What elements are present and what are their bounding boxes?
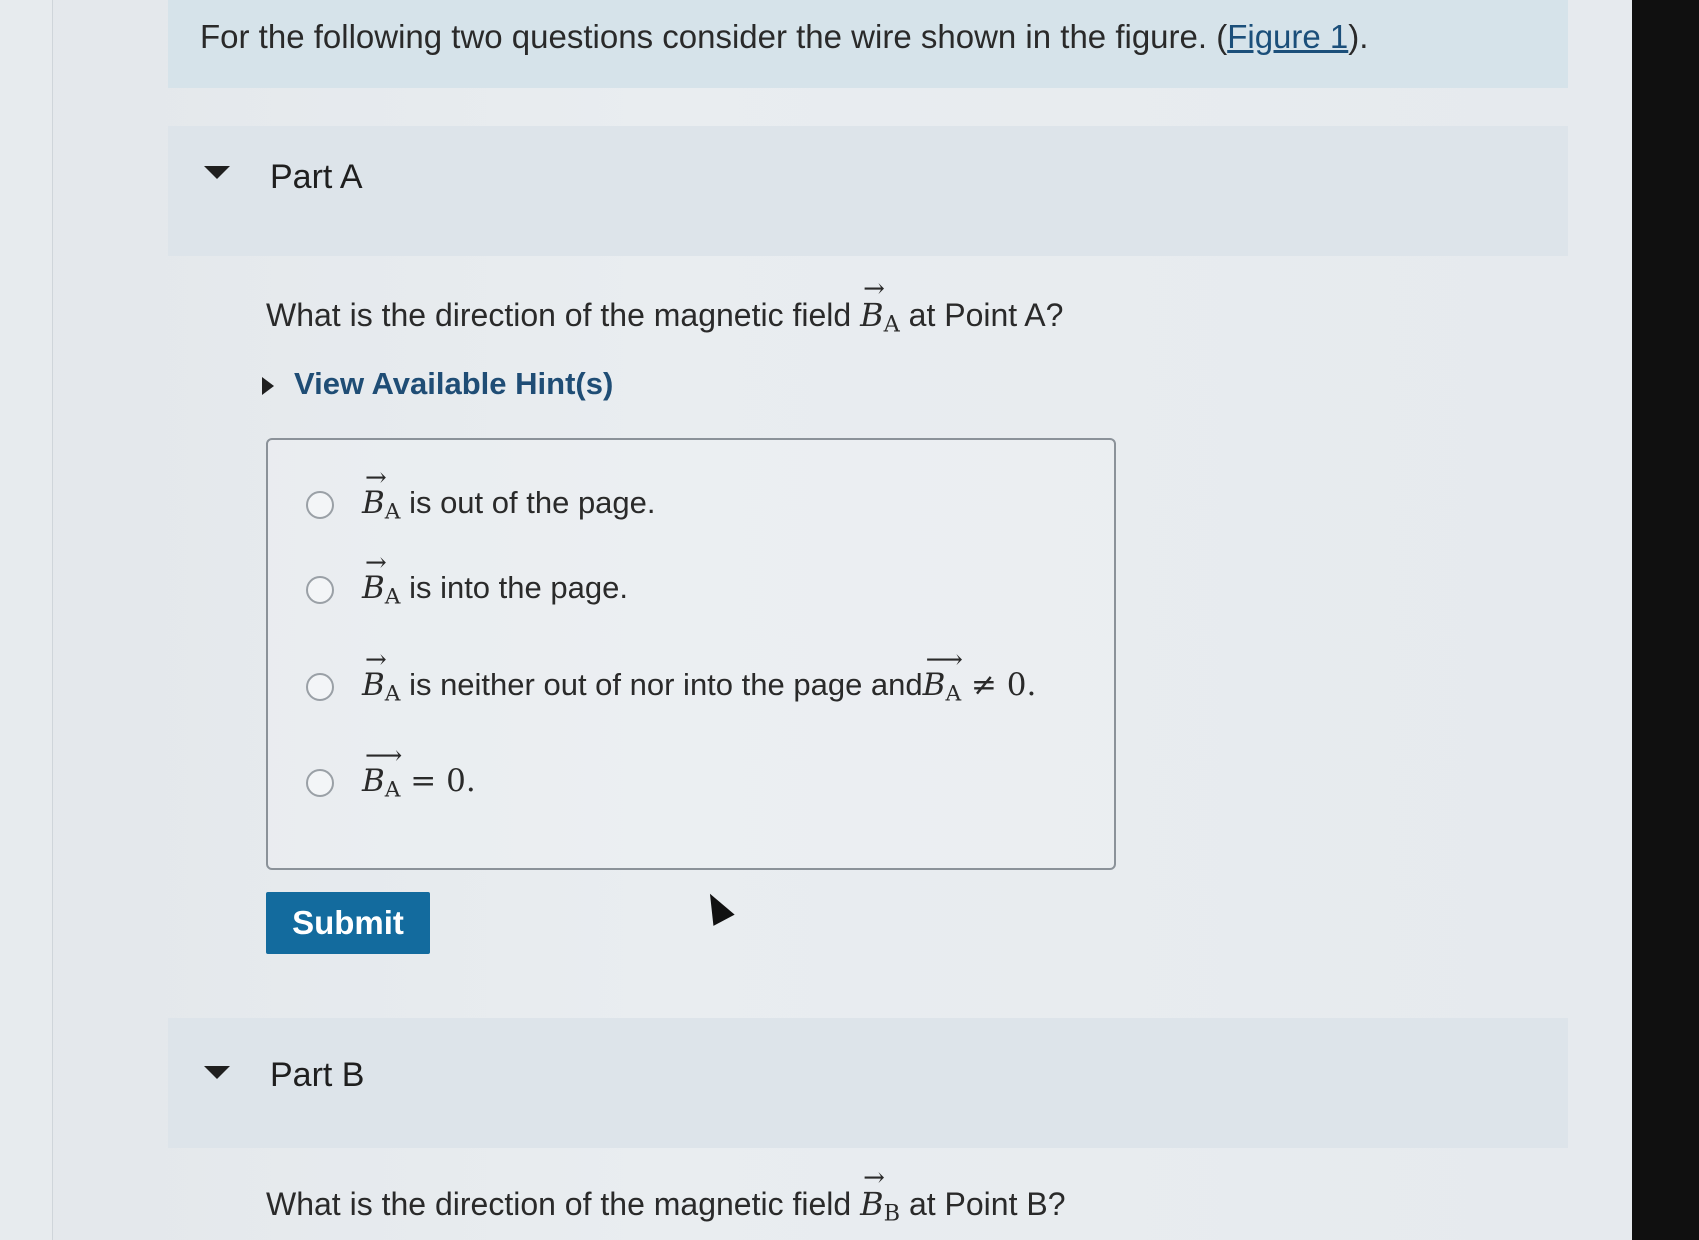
radio-circle-icon[interactable] — [306, 769, 334, 797]
caret-down-icon[interactable] — [204, 1066, 230, 1079]
part-b-title: Part B — [270, 1056, 365, 1094]
part-a-question: What is the direction of the magnetic fi… — [266, 274, 1064, 338]
radio-circle-icon[interactable] — [306, 491, 334, 519]
part-b-question: What is the direction of the magnetic fi… — [266, 1163, 1066, 1227]
view-hints-toggle[interactable]: View Available Hint(s) — [262, 366, 613, 402]
choice-neither[interactable]: → BA is neither out of nor into the page … — [306, 645, 1036, 712]
radio-circle-icon[interactable] — [306, 673, 334, 701]
part-a-header[interactable]: Part A — [168, 126, 1568, 256]
submit-button[interactable]: Submit — [266, 892, 430, 954]
part-a-title: Part A — [270, 158, 363, 196]
caret-right-icon — [262, 376, 274, 395]
intro-text: For the following two questions consider… — [200, 18, 1369, 55]
part-b-header[interactable]: Part B — [168, 1018, 1568, 1148]
choice-zero[interactable]: ⟶ BA = 0. — [306, 741, 476, 808]
choice-into-page[interactable]: → BA is into the page. — [306, 548, 628, 615]
caret-down-icon[interactable] — [204, 166, 230, 179]
left-rail — [0, 0, 53, 1240]
screen-bezel — [1632, 0, 1699, 1240]
radio-circle-icon[interactable] — [306, 576, 334, 604]
figure-link[interactable]: Figure 1 — [1227, 18, 1348, 55]
vector-b-a: → BA — [860, 274, 900, 338]
vector-b-b: → BB — [860, 1163, 901, 1227]
answer-choices: → BA is out of the page. → BA is into the … — [266, 438, 1116, 870]
choice-out-of-page[interactable]: → BA is out of the page. — [306, 463, 656, 530]
